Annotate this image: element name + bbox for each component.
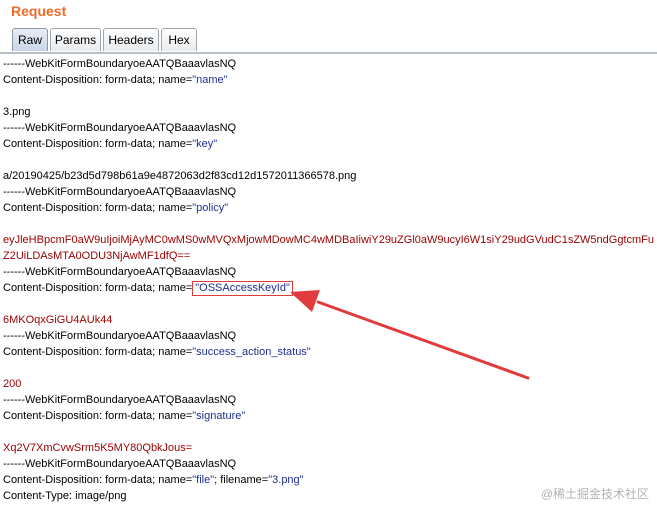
watermark: @稀土掘金技术社区 [540, 487, 649, 501]
annotation-arrow [290, 290, 530, 380]
